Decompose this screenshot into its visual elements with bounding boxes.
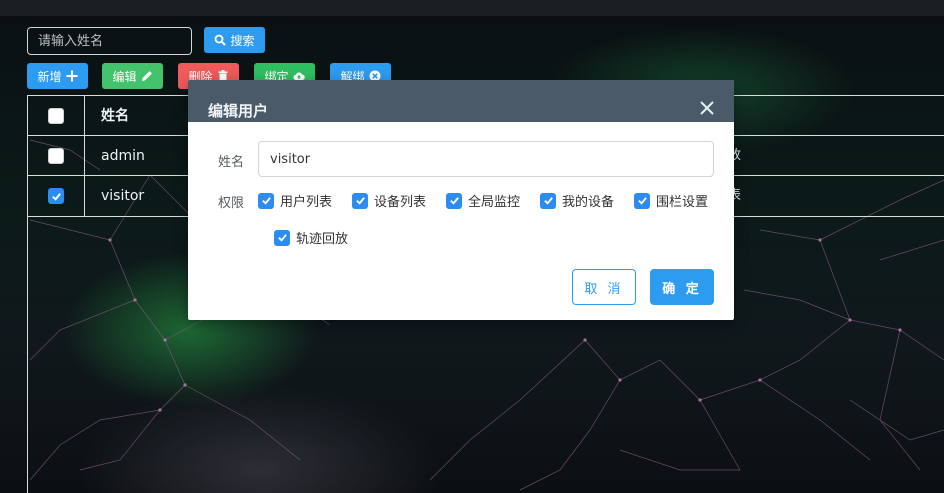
row-checkbox[interactable]: [48, 148, 64, 164]
permission-track-playback[interactable]: 轨迹回放: [274, 228, 348, 247]
permission-checkbox[interactable]: [274, 229, 290, 246]
permission-label: 权限: [218, 196, 245, 211]
row-check-cell: [28, 176, 85, 216]
dialog-header: 编辑用户: [188, 80, 734, 122]
row-name: visitor: [101, 188, 145, 204]
select-all-cell: [28, 96, 85, 136]
checkmark-icon: [449, 197, 459, 205]
confirm-button[interactable]: 确 定: [650, 269, 714, 305]
permission-checkbox[interactable]: [258, 192, 274, 209]
checkmark-icon: [355, 197, 365, 205]
dialog-title: 编辑用户: [208, 102, 269, 120]
select-all-checkbox[interactable]: [48, 108, 64, 124]
edit-user-dialog: 编辑用户 姓名 权限 用户列表 设备列表 全局监控 我的设备 围栏设置 轨迹回放…: [188, 80, 734, 320]
plus-icon: [66, 70, 77, 82]
name-field[interactable]: [258, 141, 714, 177]
permission-checkbox[interactable]: [540, 192, 556, 209]
checkmark-icon: [637, 197, 647, 205]
permission-text: 设备列表: [374, 195, 427, 210]
permission-text: 轨迹回放: [296, 232, 349, 247]
permission-checkbox[interactable]: [352, 192, 368, 209]
search-input[interactable]: [27, 27, 192, 55]
search-icon: [215, 34, 227, 46]
add-button-label: 新增: [37, 69, 62, 84]
search-button[interactable]: 搜索: [204, 27, 265, 53]
search-button-label: 搜索: [230, 33, 255, 48]
checkmark-icon: [51, 192, 61, 201]
permission-fence-settings[interactable]: 围栏设置: [634, 191, 708, 210]
checkmark-icon: [261, 197, 271, 205]
edit-button[interactable]: 编辑: [102, 63, 163, 89]
close-icon[interactable]: [698, 99, 716, 117]
checkmark-icon: [277, 234, 287, 242]
permission-text: 我的设备: [562, 195, 615, 210]
permission-user-list[interactable]: 用户列表: [258, 191, 332, 210]
permission-text: 围栏设置: [656, 195, 709, 210]
permission-text: 全局监控: [468, 195, 521, 210]
row-checkbox[interactable]: [48, 188, 64, 204]
permission-device-list[interactable]: 设备列表: [352, 191, 426, 210]
name-label: 姓名: [218, 155, 245, 170]
edit-button-label: 编辑: [112, 69, 137, 84]
permission-checkbox[interactable]: [634, 192, 650, 209]
permission-my-devices[interactable]: 我的设备: [540, 191, 614, 210]
pencil-icon: [141, 71, 152, 81]
row-check-cell: [28, 136, 85, 176]
row-name: admin: [101, 148, 145, 164]
permission-global-monitor[interactable]: 全局监控: [446, 191, 520, 210]
header-name: 姓名: [101, 108, 129, 124]
cancel-button[interactable]: 取 消: [572, 269, 636, 305]
add-button[interactable]: 新增: [27, 63, 88, 89]
permission-text: 用户列表: [280, 195, 333, 210]
checkmark-icon: [543, 197, 553, 205]
permission-checkbox[interactable]: [446, 192, 462, 209]
